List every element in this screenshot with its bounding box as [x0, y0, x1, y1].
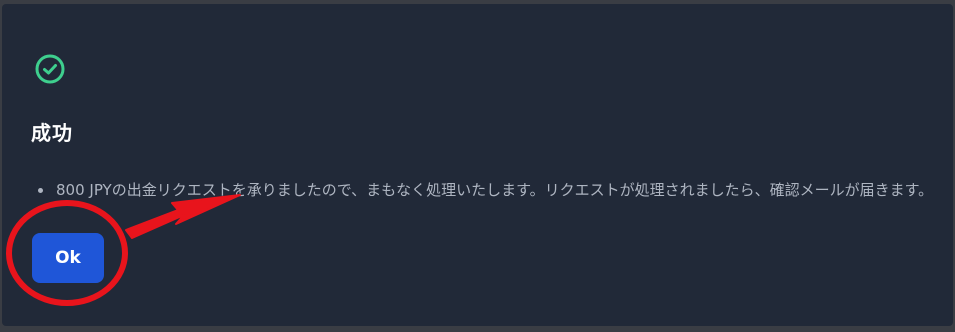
screen-background: 成功 800 JPYの出金リクエストを承りましたので、まもなく処理いたします。リ… [0, 0, 955, 332]
message-text: 800 JPYの出金リクエストを承りましたので、まもなく処理いたします。リクエス… [56, 181, 934, 199]
check-circle-icon [35, 54, 65, 84]
message-item: 800 JPYの出金リクエストを承りましたので、まもなく処理いたします。リクエス… [38, 180, 933, 200]
message-list: 800 JPYの出金リクエストを承りましたので、まもなく処理いたします。リクエス… [38, 180, 933, 200]
success-dialog: 成功 800 JPYの出金リクエストを承りましたので、まもなく処理いたします。リ… [2, 4, 953, 326]
dialog-title: 成功 [31, 121, 73, 145]
bullet-icon [38, 188, 43, 193]
ok-button[interactable]: Ok [32, 233, 104, 283]
